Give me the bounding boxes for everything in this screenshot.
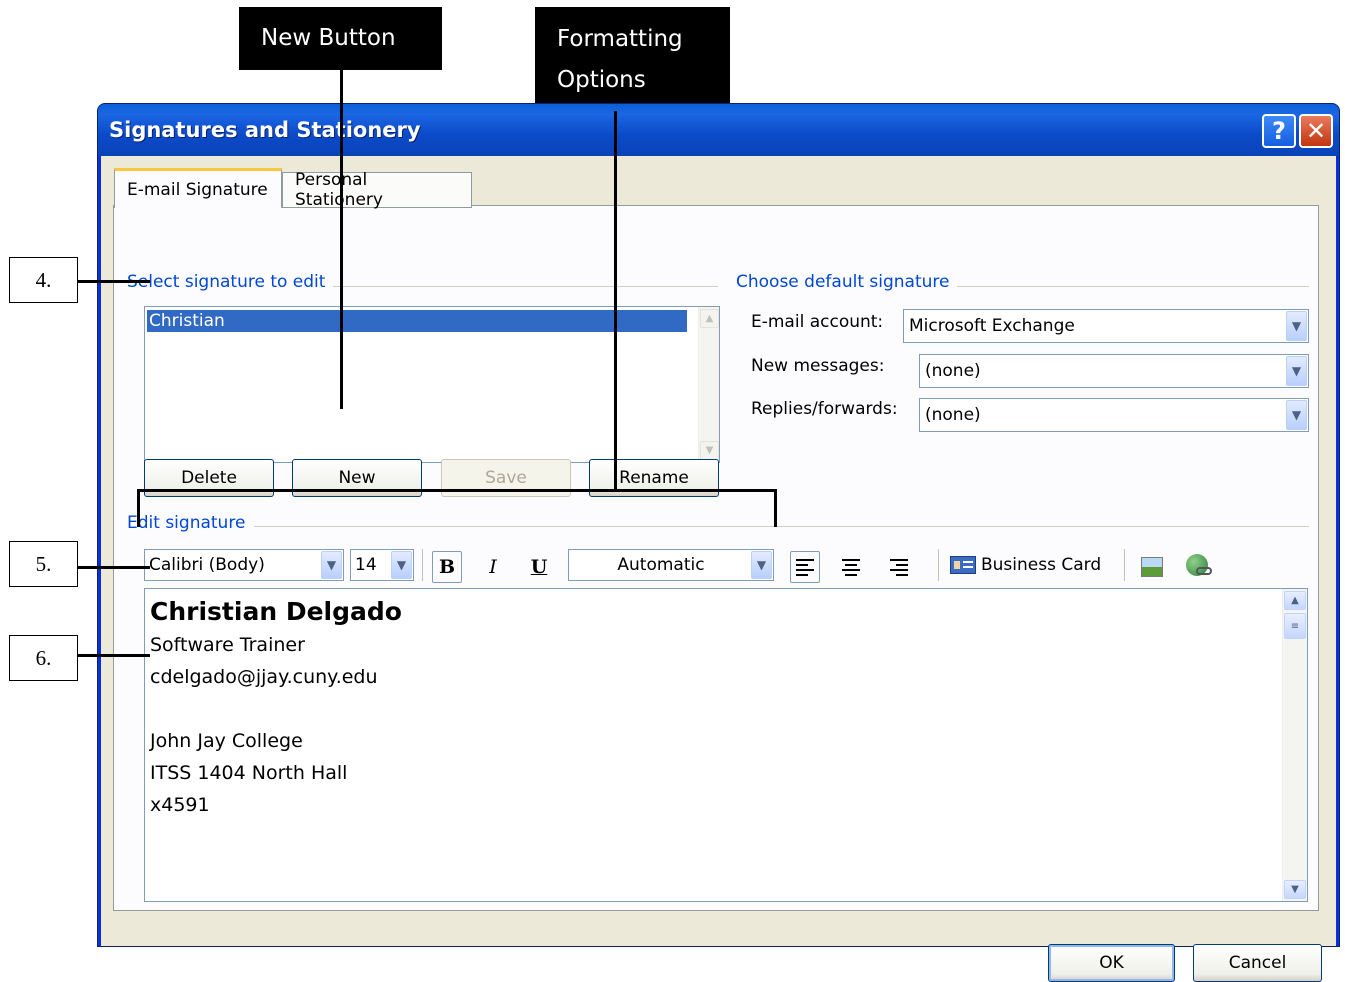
formatting-bracket-right (774, 489, 777, 527)
tab-personal-stationery[interactable]: Personal Stationery (282, 170, 472, 210)
chevron-down-icon[interactable]: ▼ (1286, 311, 1307, 341)
scroll-down-icon[interactable]: ▼ (700, 441, 719, 460)
scroll-up-icon[interactable]: ▲ (700, 309, 719, 328)
step-4-label: 4. (9, 257, 78, 303)
signature-line: cdelgado@jjay.cuny.edu (150, 666, 378, 688)
close-button[interactable]: ✕ (1299, 114, 1333, 148)
tab-email-signature[interactable]: E-mail Signature (114, 168, 282, 208)
signature-editor[interactable]: Christian Delgado Software Trainer cdelg… (144, 588, 1308, 902)
picture-icon (1141, 557, 1163, 577)
select-signature-label: Select signature to edit (127, 272, 334, 292)
window-title: Signatures and Stationery (109, 118, 421, 142)
scroll-up-icon[interactable]: ▲ (1284, 591, 1306, 610)
chevron-down-icon[interactable]: ▼ (321, 551, 342, 579)
font-size-select[interactable]: 14 ▼ (350, 549, 414, 581)
signature-line: Software Trainer (150, 634, 305, 656)
signatures-dialog: Signatures and Stationery ? ✕ Select sig… (97, 103, 1340, 982)
formatting-pointer-line (614, 111, 617, 491)
toolbar-separator (422, 549, 423, 581)
tab-panel: Select signature to edit Christian ▲ ▼ D… (113, 205, 1319, 911)
list-item[interactable]: Christian (147, 310, 687, 332)
new-button-callout: New Button (239, 7, 442, 70)
scroll-down-icon[interactable]: ▼ (1284, 880, 1306, 899)
align-left-button[interactable] (790, 551, 820, 583)
chevron-down-icon[interactable]: ▼ (1286, 356, 1307, 386)
email-account-select[interactable]: Microsoft Exchange ▼ (903, 309, 1309, 343)
group-rule-select (326, 286, 718, 287)
signature-line: x4591 (150, 794, 210, 816)
title-bar[interactable]: Signatures and Stationery ? ✕ (98, 104, 1339, 156)
font-color-select[interactable]: Automatic ▼ (568, 549, 774, 581)
editor-scrollbar[interactable]: ▲ ≡ ▼ (1282, 589, 1307, 901)
group-rule-edit (254, 526, 1309, 527)
business-card-icon (950, 556, 976, 574)
toolbar-separator (1124, 549, 1125, 581)
replies-forwards-select[interactable]: (none) ▼ (919, 398, 1309, 432)
edit-signature-label: Edit signature (127, 513, 254, 533)
ok-button[interactable]: OK (1048, 944, 1175, 982)
signature-name: Christian Delgado (150, 597, 402, 626)
formatting-options-callout: Formatting Options (535, 7, 730, 111)
step-6-pointer-line (78, 654, 150, 657)
help-icon: ? (1272, 117, 1286, 145)
toolbar-separator (938, 549, 939, 581)
step-4-pointer-line (78, 280, 150, 283)
font-select[interactable]: Calibri (Body) ▼ (144, 549, 344, 581)
align-left-icon (796, 558, 814, 576)
list-scrollbar[interactable]: ▲ ▼ (698, 307, 719, 462)
hyperlink-icon (1186, 554, 1212, 576)
formatting-bracket-top (137, 489, 777, 492)
new-button-pointer-line (340, 70, 343, 409)
insert-picture-button[interactable] (1137, 551, 1167, 583)
cancel-button[interactable]: Cancel (1193, 944, 1322, 982)
dialog-client: Select signature to edit Christian ▲ ▼ D… (101, 156, 1336, 982)
signature-listbox[interactable]: Christian ▲ ▼ (144, 306, 720, 463)
signature-line: ITSS 1404 North Hall (150, 762, 348, 784)
help-button[interactable]: ? (1262, 114, 1296, 148)
align-center-button[interactable] (836, 551, 866, 583)
choose-default-label: Choose default signature (736, 272, 958, 292)
chevron-down-icon[interactable]: ▼ (391, 551, 412, 579)
italic-button[interactable]: I (478, 551, 508, 583)
step-5-pointer-line (78, 566, 150, 569)
align-right-icon (890, 558, 908, 576)
group-rule-default (957, 286, 1309, 287)
bold-button[interactable]: B (432, 551, 462, 583)
new-messages-select[interactable]: (none) ▼ (919, 354, 1309, 388)
chevron-down-icon[interactable]: ▼ (751, 551, 772, 579)
chevron-down-icon[interactable]: ▼ (1286, 400, 1307, 430)
align-center-icon (842, 558, 860, 576)
signature-line: John Jay College (150, 730, 303, 752)
step-5-label: 5. (9, 541, 78, 587)
step-6-label: 6. (9, 635, 78, 681)
business-card-button[interactable]: Business Card (950, 555, 1101, 575)
insert-hyperlink-button[interactable] (1182, 549, 1212, 581)
signature-text[interactable]: Christian Delgado Software Trainer cdelg… (150, 595, 402, 821)
close-icon: ✕ (1305, 117, 1327, 145)
formatting-bracket-left (137, 489, 140, 527)
new-messages-label: New messages: (751, 356, 885, 376)
align-right-button[interactable] (884, 551, 914, 583)
replies-forwards-label: Replies/forwards: (751, 399, 898, 419)
underline-button[interactable]: U (524, 551, 554, 583)
signature-line (150, 693, 402, 725)
email-account-label: E-mail account: (751, 312, 884, 332)
scroll-thumb[interactable]: ≡ (1284, 613, 1306, 639)
